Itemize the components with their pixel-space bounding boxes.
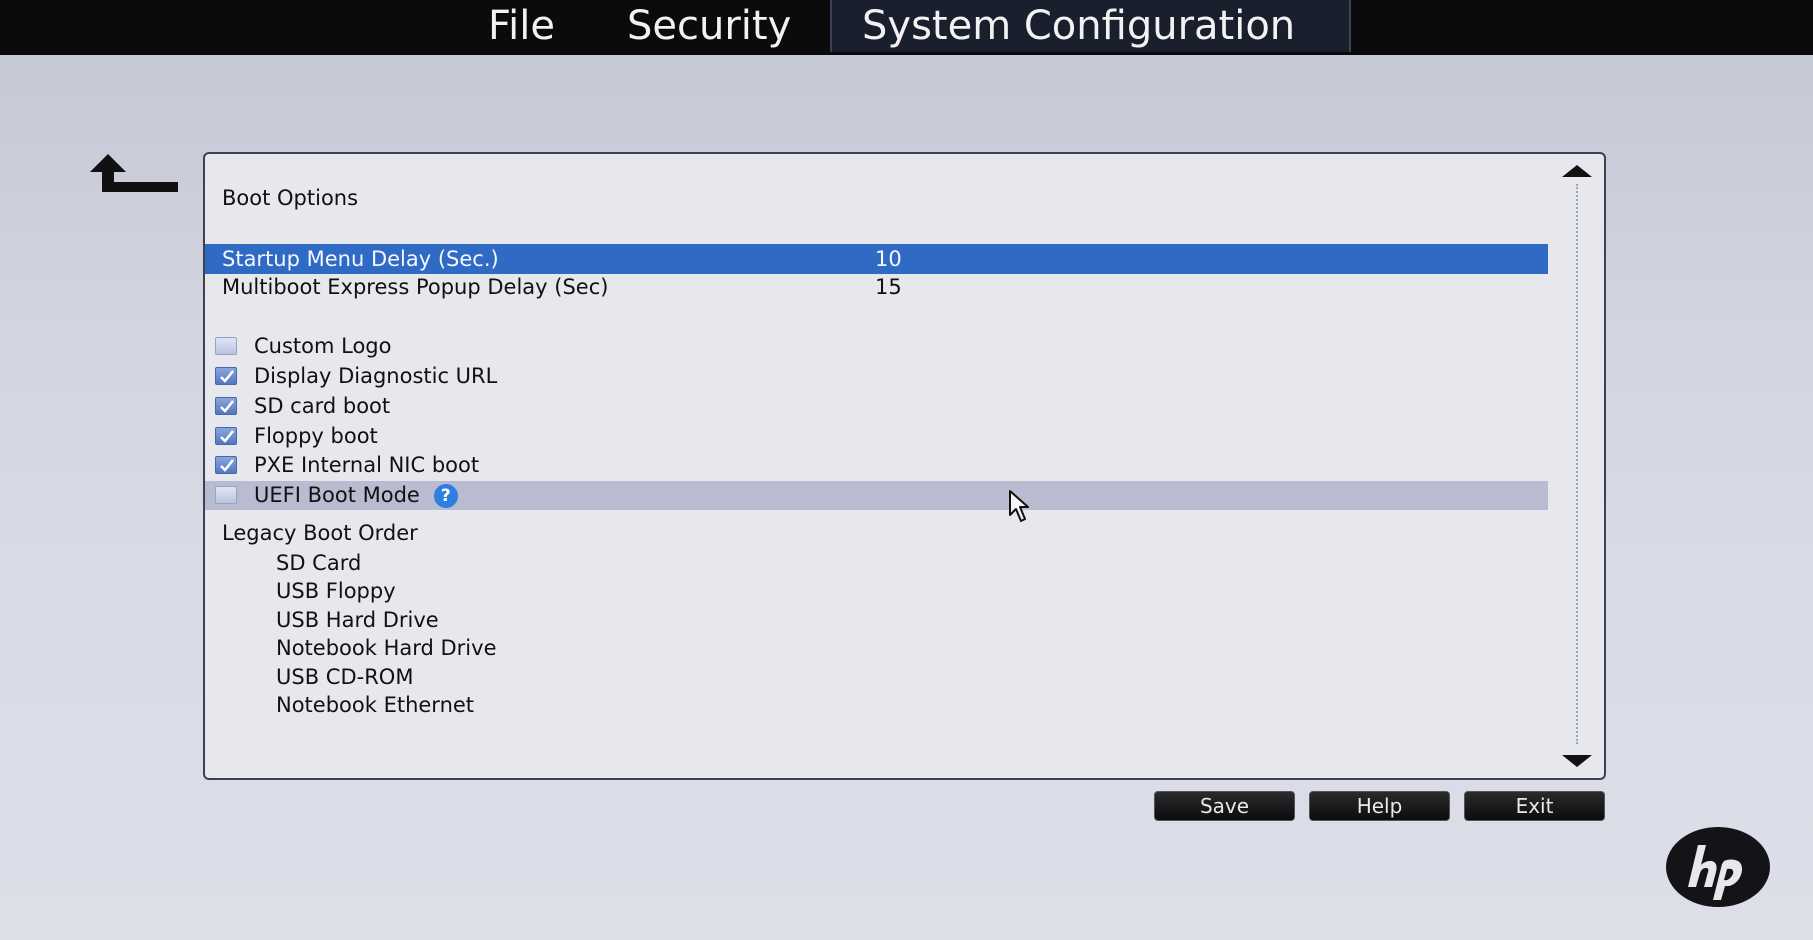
legacy-boot-order-list: SD Card USB Floppy USB Hard Drive Notebo… (276, 549, 497, 719)
display-diagnostic-url-checkbox[interactable] (215, 367, 237, 385)
setting-value[interactable]: 15 (875, 272, 902, 302)
checkmark-icon (220, 459, 234, 472)
help-icon[interactable]: ? (433, 484, 458, 508)
checkbox-label: PXE Internal NIC boot (254, 453, 480, 477)
exit-button[interactable]: Exit (1464, 791, 1605, 821)
checkbox-row-custom-logo: Custom Logo (205, 332, 1548, 361)
help-button[interactable]: Help (1309, 791, 1450, 821)
multiboot-popup-delay-row[interactable]: Multiboot Express Popup Delay (Sec) 15 (205, 272, 1548, 302)
checkmark-icon (220, 400, 234, 413)
save-button[interactable]: Save (1154, 791, 1295, 821)
setting-label: Startup Menu Delay (Sec.) (222, 247, 499, 271)
checkbox-label: SD card boot (254, 394, 391, 418)
checkbox-row-floppy-boot: Floppy boot (205, 422, 1548, 451)
floppy-boot-checkbox[interactable] (215, 427, 237, 445)
legacy-boot-item[interactable]: USB Hard Drive (276, 606, 497, 634)
pxe-internal-nic-boot-checkbox[interactable] (215, 456, 237, 474)
checkbox-label: UEFI Boot Mode? (254, 481, 458, 510)
legacy-boot-item[interactable]: SD Card (276, 549, 497, 577)
custom-logo-checkbox[interactable] (215, 337, 237, 355)
startup-menu-delay-row[interactable]: Startup Menu Delay (Sec.) 10 (205, 244, 1548, 274)
boot-options-panel: Boot Options Startup Menu Delay (Sec.) 1… (203, 152, 1606, 780)
checkbox-row-display-diagnostic-url: Display Diagnostic URL (205, 362, 1548, 391)
uefi-boot-mode-checkbox[interactable] (215, 486, 237, 504)
scroll-up-arrow-icon[interactable] (1562, 165, 1592, 177)
legacy-boot-item[interactable]: Notebook Ethernet (276, 691, 497, 719)
scrollbar-track[interactable] (1576, 184, 1578, 744)
back-arrow-icon[interactable] (88, 152, 180, 198)
tab-file[interactable]: File (488, 0, 555, 52)
checkmark-icon (220, 430, 234, 443)
checkmark-icon (220, 370, 234, 383)
checkbox-row-pxe-internal-nic-boot: PXE Internal NIC boot (205, 451, 1548, 480)
legacy-boot-item[interactable]: USB Floppy (276, 577, 497, 605)
setting-value[interactable]: 10 (875, 244, 902, 274)
mouse-pointer-icon (1009, 490, 1029, 522)
checkbox-label: Custom Logo (254, 334, 392, 358)
checkbox-row-uefi-boot-mode: UEFI Boot Mode? (205, 481, 1548, 510)
section-title: Boot Options (222, 186, 359, 210)
checkbox-label: Display Diagnostic URL (254, 364, 498, 388)
legacy-boot-item[interactable]: USB CD-ROM (276, 663, 497, 691)
setting-label: Multiboot Express Popup Delay (Sec) (222, 275, 609, 299)
menu-bar: File Security System Configuration (0, 0, 1813, 55)
checkbox-label: Floppy boot (254, 424, 378, 448)
scroll-down-arrow-icon[interactable] (1562, 755, 1592, 767)
tab-system-configuration[interactable]: System Configuration (830, 0, 1351, 52)
legacy-boot-item[interactable]: Notebook Hard Drive (276, 634, 497, 662)
tab-security[interactable]: Security (627, 0, 791, 52)
uefi-boot-mode-label: UEFI Boot Mode (254, 483, 420, 507)
sd-card-boot-checkbox[interactable] (215, 397, 237, 415)
hp-logo (1664, 825, 1772, 909)
legacy-boot-order-title: Legacy Boot Order (222, 521, 418, 545)
checkbox-row-sd-card-boot: SD card boot (205, 392, 1548, 421)
